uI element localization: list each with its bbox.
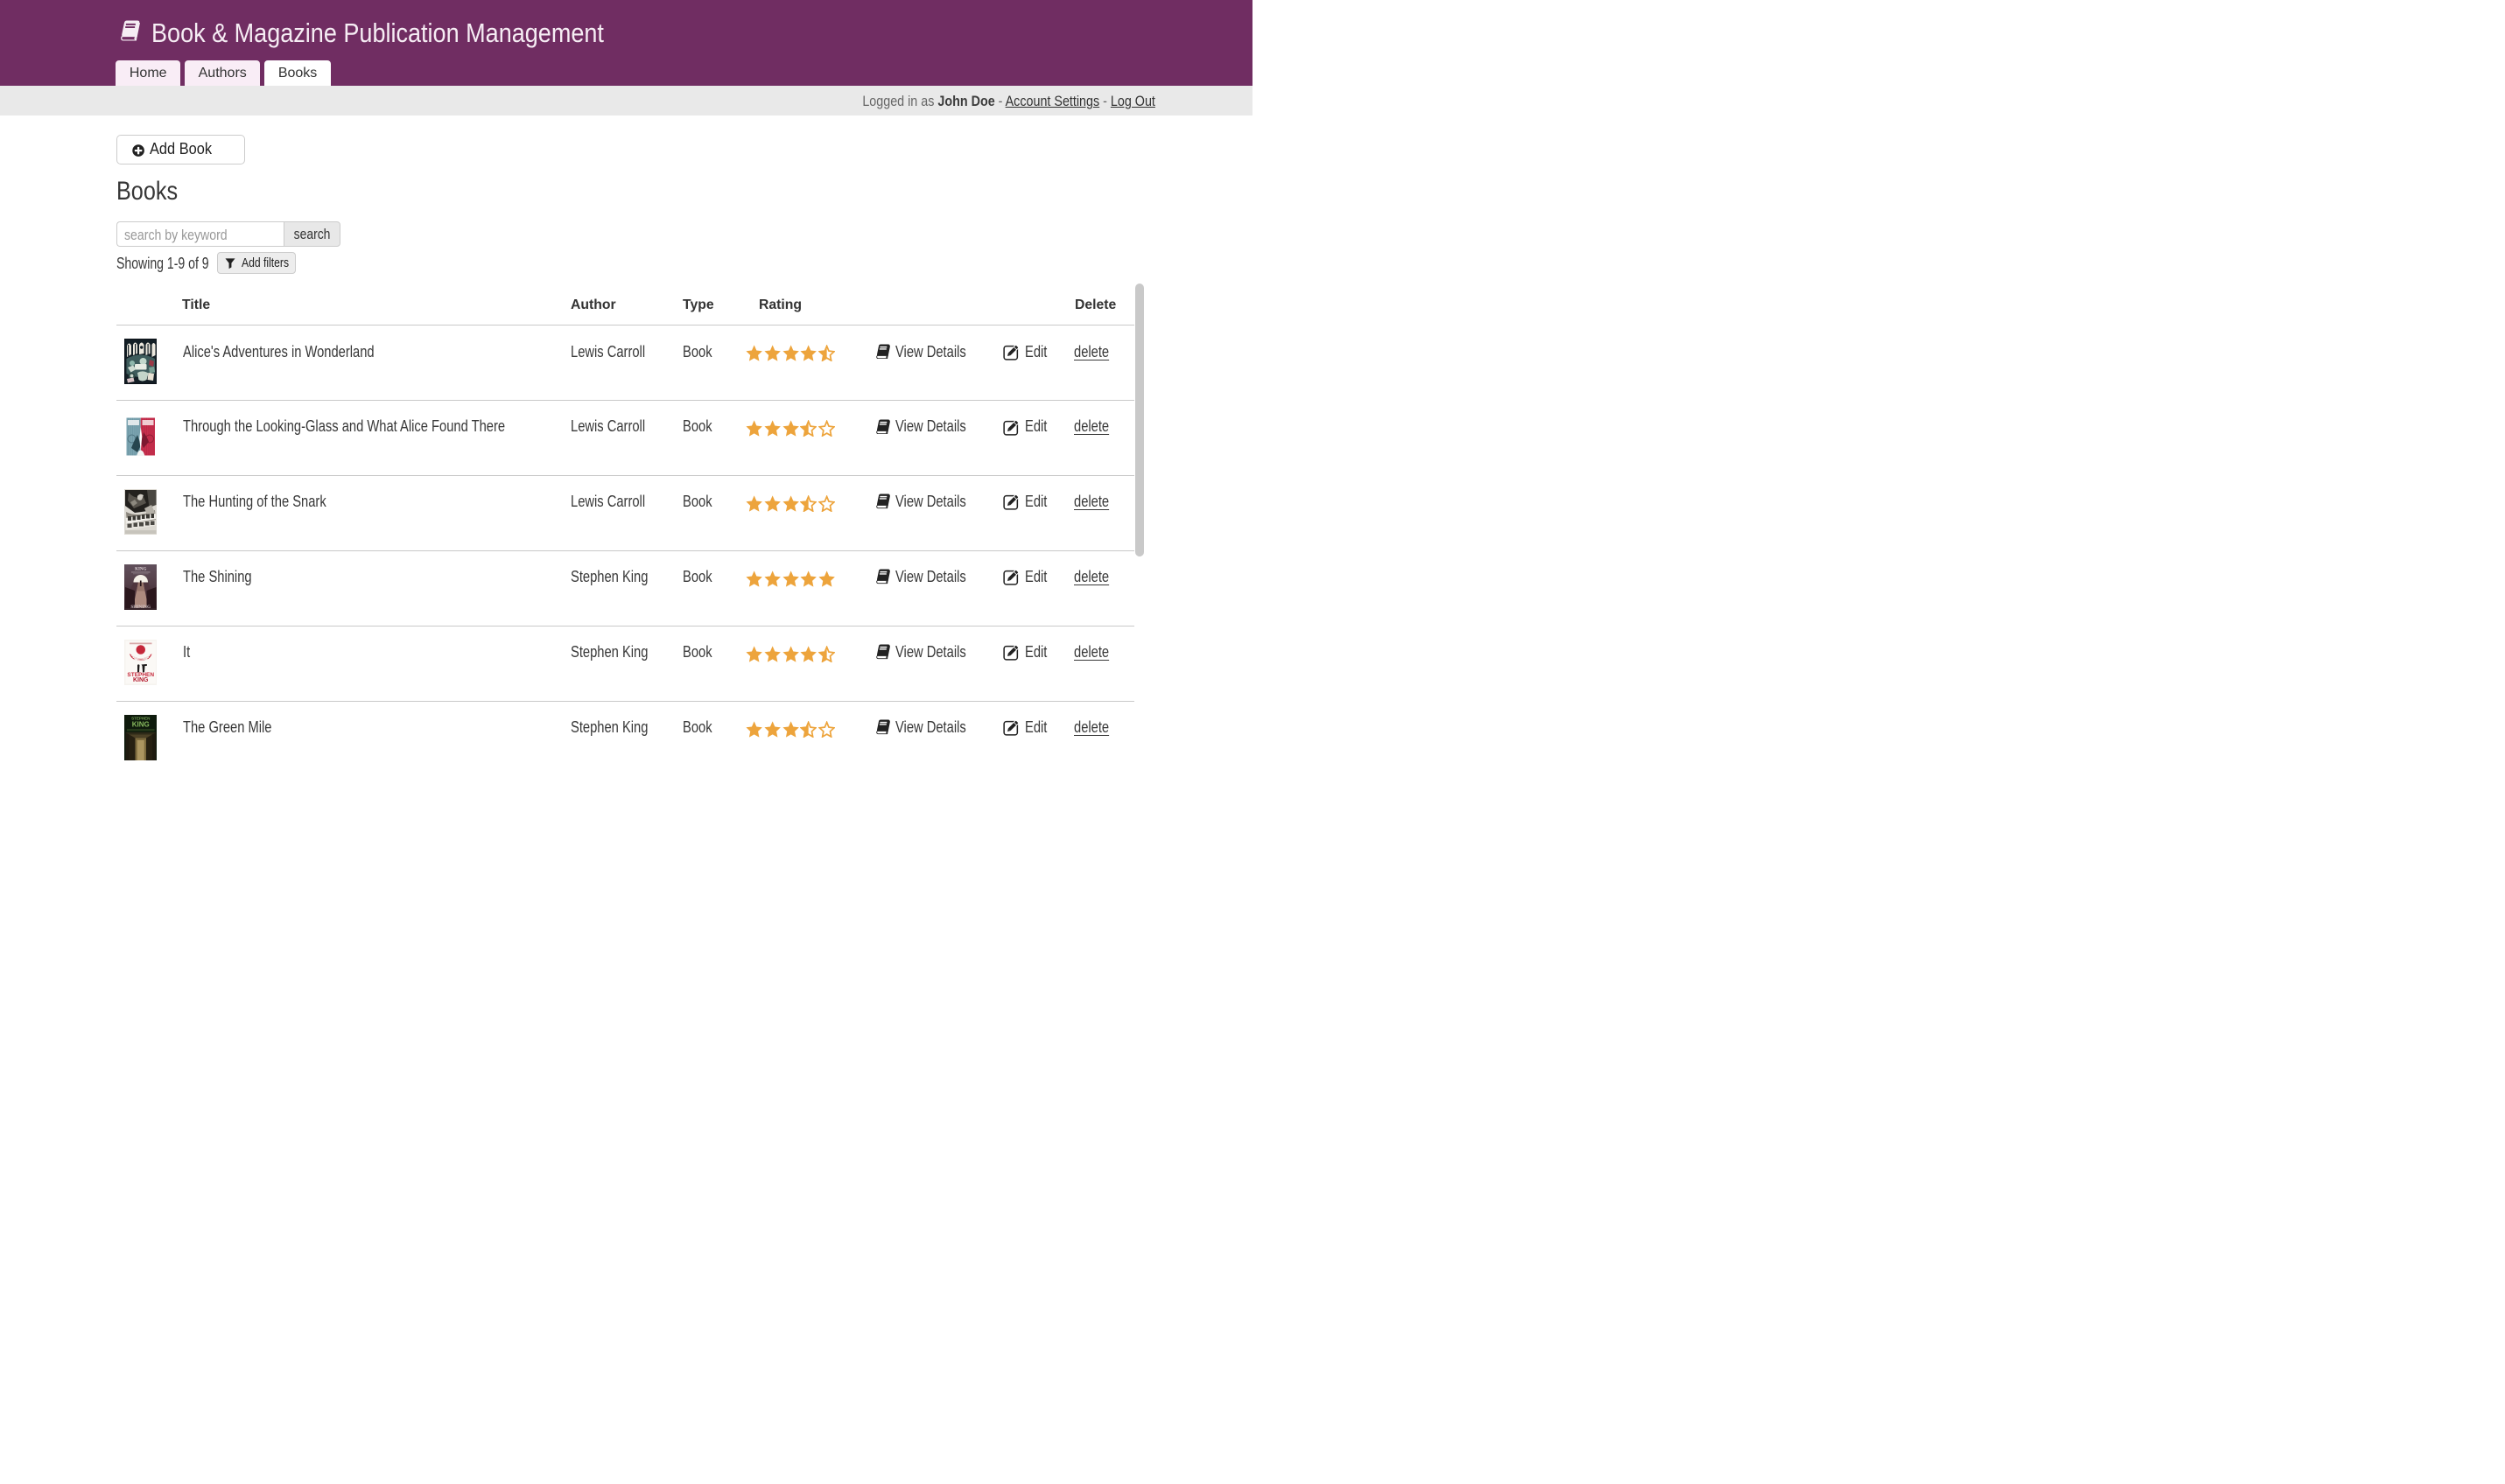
svg-text:KING: KING <box>135 567 146 571</box>
svg-text:KING: KING <box>133 677 149 683</box>
svg-text:STEPHEN: STEPHEN <box>131 716 150 720</box>
svg-text:KING: KING <box>131 720 149 728</box>
svg-text:SHINING: SHINING <box>130 605 151 610</box>
